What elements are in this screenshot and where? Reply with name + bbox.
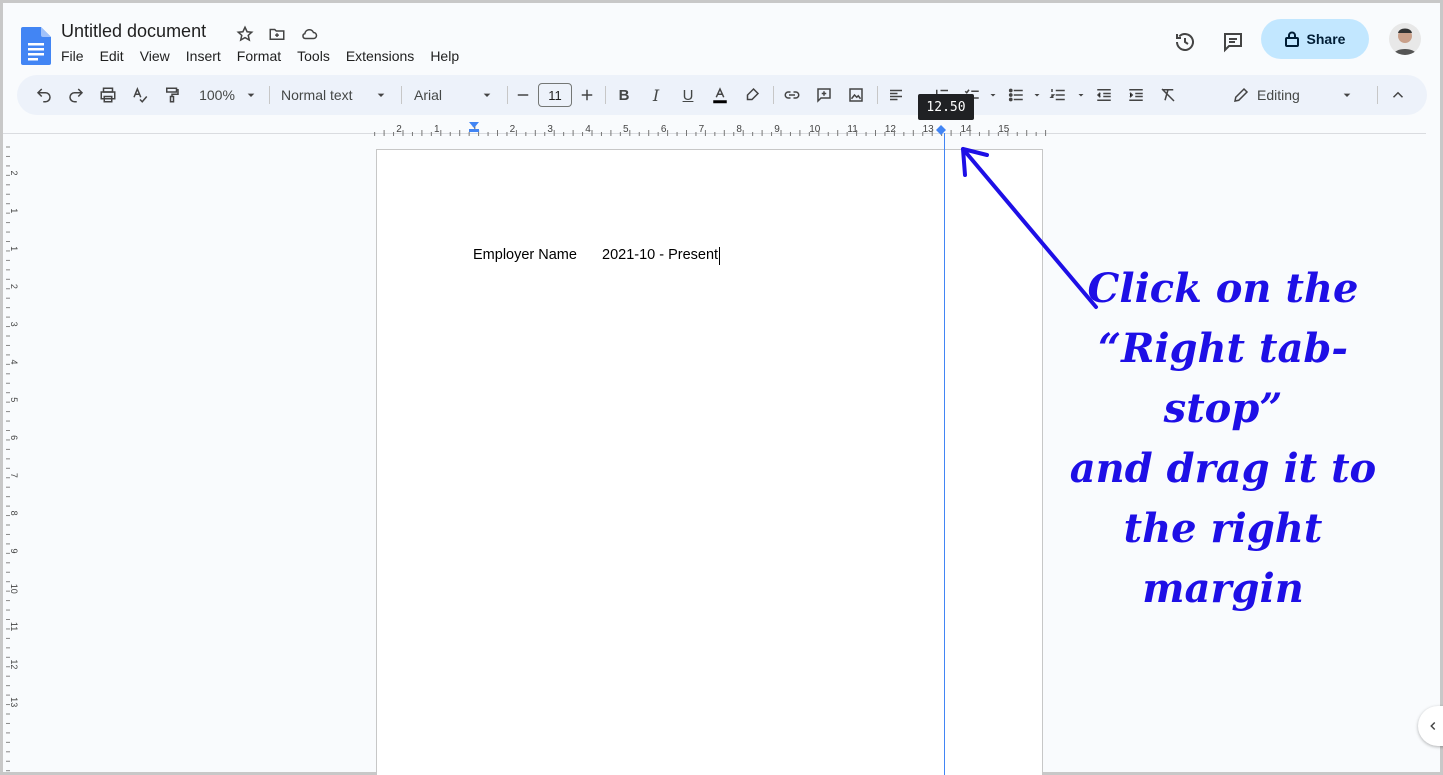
vruler-tick-label: 1 bbox=[9, 208, 19, 213]
share-button[interactable]: Share bbox=[1261, 19, 1369, 59]
spellcheck-icon[interactable] bbox=[129, 84, 151, 106]
vruler-tick-label: 2 bbox=[9, 170, 19, 175]
star-icon[interactable] bbox=[233, 22, 257, 46]
employer-name-text: Employer Name bbox=[473, 247, 577, 263]
chevron-down-icon[interactable] bbox=[1339, 84, 1355, 106]
increase-indent-icon[interactable] bbox=[1125, 84, 1147, 106]
document-text-line[interactable]: Employer Name 2021-10 - Present bbox=[473, 247, 721, 265]
vruler-tick-label: 10 bbox=[9, 584, 19, 594]
vruler-tick-label: 3 bbox=[9, 322, 19, 327]
left-indent-marker[interactable] bbox=[469, 122, 479, 132]
share-label: Share bbox=[1306, 31, 1346, 47]
font-select[interactable]: Arial bbox=[414, 84, 474, 106]
chevron-down-icon[interactable] bbox=[1031, 84, 1043, 106]
vruler-tick-label: 11 bbox=[9, 622, 19, 631]
decrease-indent-icon[interactable] bbox=[1093, 84, 1115, 106]
vruler-tick-label: 5 bbox=[9, 397, 19, 402]
font-size-input[interactable]: 11 bbox=[538, 83, 572, 107]
print-icon[interactable] bbox=[97, 84, 119, 106]
ruler-tick-label: 9 bbox=[774, 124, 780, 135]
side-panel-toggle[interactable] bbox=[1418, 706, 1443, 746]
comments-icon[interactable] bbox=[1219, 28, 1247, 56]
cloud-saved-icon[interactable] bbox=[297, 22, 321, 46]
chevron-down-icon[interactable] bbox=[1075, 84, 1087, 106]
chevron-left-icon bbox=[1430, 721, 1436, 731]
bold-icon[interactable]: B bbox=[613, 84, 635, 106]
menu-format[interactable]: Format bbox=[237, 48, 289, 64]
vertical-ruler[interactable]: 2112345678910111213 bbox=[3, 143, 19, 775]
document-title[interactable]: Untitled document bbox=[61, 21, 206, 42]
undo-icon[interactable] bbox=[33, 84, 55, 106]
bulleted-list-icon[interactable] bbox=[1005, 84, 1027, 106]
text-color-icon[interactable] bbox=[709, 84, 731, 106]
annotation-line: “Right tab-stop” bbox=[1098, 325, 1348, 432]
chevron-down-icon[interactable] bbox=[479, 84, 495, 106]
version-history-icon[interactable] bbox=[1171, 28, 1199, 56]
move-folder-icon[interactable] bbox=[265, 22, 289, 46]
ruler-tick-label: 1 bbox=[434, 124, 440, 135]
annotation-text: Click on the “Right tab-stop” and drag i… bbox=[1053, 259, 1393, 619]
annotation-line: Click on the bbox=[1087, 265, 1359, 312]
zoom-select[interactable]: 100% bbox=[195, 84, 239, 106]
menu-file[interactable]: File bbox=[61, 48, 92, 64]
text-cursor bbox=[719, 247, 721, 265]
ruler-tick-label: 8 bbox=[736, 124, 742, 135]
vruler-tick-label: 6 bbox=[9, 435, 19, 440]
vruler-tick-label: 8 bbox=[9, 511, 19, 516]
avatar[interactable] bbox=[1389, 23, 1421, 55]
add-comment-icon[interactable] bbox=[813, 84, 835, 106]
menu-tools[interactable]: Tools bbox=[297, 48, 338, 64]
annotation-line: and drag it to bbox=[1069, 445, 1377, 492]
vruler-tick-label: 2 bbox=[9, 284, 19, 289]
underline-icon[interactable]: U bbox=[677, 84, 699, 106]
lock-icon bbox=[1284, 31, 1299, 47]
chevron-down-icon[interactable] bbox=[987, 84, 999, 106]
ruler-tick-label: 4 bbox=[585, 124, 591, 135]
chevron-down-icon[interactable] bbox=[373, 84, 389, 106]
decrease-font-size-icon[interactable] bbox=[513, 84, 533, 106]
clear-formatting-icon[interactable] bbox=[1157, 84, 1179, 106]
ruler-tick-label: 3 bbox=[547, 124, 553, 135]
ruler-tick-label: 2 bbox=[396, 124, 402, 135]
style-select[interactable]: Normal text bbox=[281, 84, 371, 106]
vruler-tick-label: 1 bbox=[9, 246, 19, 251]
insert-link-icon[interactable] bbox=[781, 84, 803, 106]
insert-image-icon[interactable] bbox=[845, 84, 867, 106]
italic-icon[interactable]: I bbox=[645, 84, 667, 106]
vruler-tick-label: 7 bbox=[9, 473, 19, 478]
docs-logo-icon[interactable] bbox=[21, 27, 51, 65]
menu-view[interactable]: View bbox=[140, 48, 178, 64]
toolbar: 100% Normal text Arial 11 B I U Editing bbox=[17, 75, 1427, 115]
ruler-tick-label: 6 bbox=[661, 124, 667, 135]
menu-edit[interactable]: Edit bbox=[100, 48, 132, 64]
paint-format-icon[interactable] bbox=[161, 84, 183, 106]
menu-extensions[interactable]: Extensions bbox=[346, 48, 422, 64]
editing-mode-select[interactable]: Editing bbox=[1257, 84, 1327, 106]
date-range-text: 2021-10 - Present bbox=[602, 247, 719, 263]
hide-menus-icon[interactable] bbox=[1387, 84, 1409, 106]
vruler-tick-label: 9 bbox=[9, 548, 19, 553]
tab-position-tooltip: 12.50 bbox=[918, 94, 974, 120]
increase-font-size-icon[interactable] bbox=[577, 84, 597, 106]
vruler-tick-label: 13 bbox=[9, 697, 19, 707]
menu-insert[interactable]: Insert bbox=[186, 48, 229, 64]
ruler-tick-label: 5 bbox=[623, 124, 629, 135]
menu-help[interactable]: Help bbox=[430, 48, 467, 64]
ruler-tick-label: 7 bbox=[699, 124, 705, 135]
chevron-down-icon[interactable] bbox=[243, 84, 259, 106]
highlight-icon[interactable] bbox=[741, 84, 763, 106]
ruler-tick-label: 2 bbox=[510, 124, 516, 135]
vruler-tick-label: 12 bbox=[9, 659, 19, 669]
align-icon[interactable] bbox=[885, 84, 907, 106]
vruler-tick-label: 4 bbox=[9, 359, 19, 364]
numbered-list-icon[interactable] bbox=[1047, 84, 1069, 106]
redo-icon[interactable] bbox=[65, 84, 87, 106]
menu-bar: File Edit View Insert Format Tools Exten… bbox=[61, 48, 475, 64]
annotation-line: the right margin bbox=[1123, 505, 1323, 612]
pencil-icon bbox=[1231, 84, 1251, 106]
